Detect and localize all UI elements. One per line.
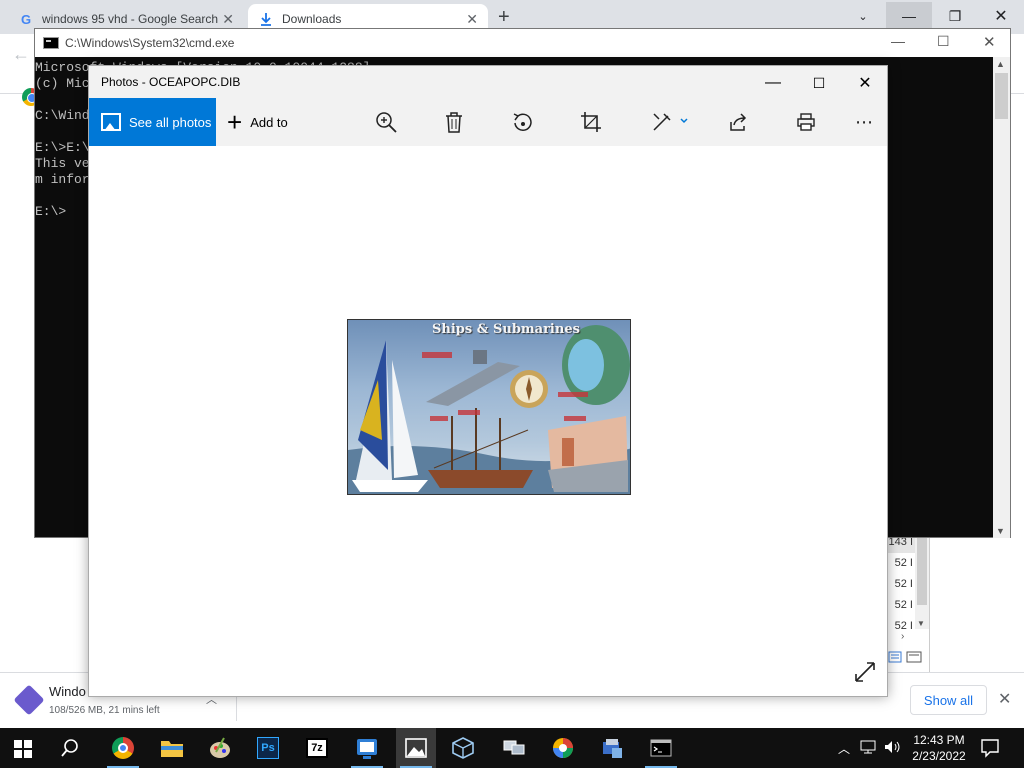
share-icon[interactable] [726, 110, 750, 134]
installer-icon [603, 739, 622, 758]
file-size-item[interactable]: 52 I [887, 553, 917, 574]
7zip-icon: 7z [306, 738, 328, 758]
plus-icon: + [227, 107, 243, 137]
volume-icon[interactable] [884, 740, 902, 757]
download-icon [258, 11, 274, 27]
new-tab-icon[interactable]: + [498, 6, 510, 29]
cmd-icon [43, 37, 59, 49]
photo-caption: Ships & Submarines [432, 322, 580, 337]
see-all-photos-button[interactable]: See all photos [89, 98, 216, 146]
folder-icon [161, 741, 183, 757]
installer-taskbar-icon[interactable] [592, 728, 632, 768]
virtualbox-file-icon [13, 684, 45, 716]
cube-icon [452, 737, 474, 759]
restore-icon[interactable]: ❐ [932, 2, 978, 30]
close-icon[interactable]: ✕ [998, 689, 1011, 709]
file-size-item[interactable]: 52 I [887, 574, 917, 595]
show-all-button[interactable]: Show all [910, 685, 987, 715]
zoom-icon[interactable] [374, 110, 398, 134]
more-options-icon[interactable]: ⋯ [852, 110, 876, 134]
tab-search-icon[interactable]: ⌄ [840, 2, 886, 30]
close-icon[interactable]: ✕ [466, 11, 478, 28]
scroll-up-icon[interactable]: ▲ [996, 59, 1005, 69]
network-icon[interactable] [860, 740, 876, 757]
download-file-name[interactable]: Windo [49, 684, 86, 699]
screen-capture-taskbar-icon[interactable] [347, 728, 387, 768]
edit-create-icon[interactable] [651, 110, 691, 134]
color-wheel-icon [553, 738, 573, 758]
maximize-icon[interactable]: ☐ [796, 72, 842, 94]
minimize-icon[interactable]: — [891, 33, 905, 49]
cmd-taskbar-icon[interactable] [641, 728, 681, 768]
close-icon[interactable]: ✕ [222, 11, 234, 28]
terminal-icon [650, 739, 672, 757]
chrome-taskbar-icon[interactable] [103, 728, 143, 768]
windows-start-icon[interactable] [14, 740, 32, 761]
photoshop-icon: Ps [257, 737, 279, 759]
see-all-photos-label: See all photos [129, 114, 212, 130]
close-icon[interactable]: ✕ [842, 72, 888, 94]
photos-title: Photos - OCEAPOPC.DIB [101, 75, 241, 89]
scroll-down-icon[interactable]: ▼ [996, 526, 1005, 536]
rotate-icon[interactable] [510, 110, 534, 134]
google-icon: G [20, 11, 32, 27]
cmd-titlebar[interactable]: C:\Windows\System32\cmd.exe — ☐ ✕ [35, 29, 1010, 57]
taskbar: Ps 7z ︿ 12:43 PM 2/23/2022 [0, 728, 1024, 768]
close-icon[interactable]: ✕ [978, 2, 1024, 30]
crop-icon[interactable] [579, 110, 603, 134]
search-icon[interactable] [60, 738, 80, 761]
cmd-scrollbar[interactable]: ▲ ▼ [993, 57, 1010, 538]
maximize-icon[interactable]: ☐ [937, 33, 950, 50]
displayed-photo[interactable]: Ships & Submarines [347, 319, 631, 495]
full-screen-icon[interactable] [853, 660, 877, 684]
cmd-title: C:\Windows\System32\cmd.exe [65, 36, 235, 50]
file-size-item[interactable]: 52 I [887, 595, 917, 616]
chevron-up-icon[interactable]: ︿ [838, 740, 850, 757]
clock-date: 2/23/2022 [912, 749, 966, 763]
tab-title: windows 95 vhd - Google Search [42, 12, 219, 26]
download-status: 108/526 MB, 21 mins left [49, 705, 160, 716]
palette-icon [210, 737, 230, 758]
add-to-button[interactable]: + Add to [227, 98, 288, 146]
delete-icon[interactable] [442, 110, 466, 134]
photos-taskbar-icon[interactable] [396, 728, 436, 768]
file-explorer-taskbar-icon[interactable] [152, 728, 192, 768]
add-to-label: Add to [250, 114, 288, 130]
chrome-icon [112, 737, 134, 759]
paint-taskbar-icon[interactable] [200, 728, 240, 768]
computers-icon [503, 740, 525, 755]
7zip-taskbar-icon[interactable]: 7z [297, 728, 337, 768]
network-app-taskbar-icon[interactable] [494, 728, 534, 768]
tab-title: Downloads [282, 12, 342, 26]
photo-illustration [348, 325, 630, 494]
clock-time: 12:43 PM [913, 733, 965, 747]
minimize-icon[interactable]: — [750, 72, 796, 94]
photos-titlebar[interactable]: Photos - OCEAPOPC.DIB — ☐ ✕ [89, 66, 887, 98]
photos-toolbar: See all photos + Add to ⋯ [89, 98, 887, 146]
photoshop-taskbar-icon[interactable]: Ps [248, 728, 288, 768]
print-icon[interactable] [794, 110, 818, 134]
scroll-down-icon[interactable]: ▼ [917, 619, 925, 628]
system-tray: ︿ [838, 728, 902, 768]
photo-icon [405, 738, 427, 758]
photos-window[interactable]: Photos - OCEAPOPC.DIB — ☐ ✕ See all phot… [88, 65, 888, 697]
minimize-icon[interactable]: — [886, 2, 932, 30]
scrollbar-thumb[interactable] [995, 73, 1008, 119]
photo-icon [101, 113, 121, 131]
color-app-taskbar-icon[interactable] [543, 728, 583, 768]
chevron-right-icon[interactable]: › [901, 631, 904, 642]
clock[interactable]: 12:43 PM 2/23/2022 [906, 732, 972, 764]
capture-icon [357, 739, 377, 759]
back-arrow-icon[interactable]: ← [12, 44, 30, 65]
close-icon[interactable]: ✕ [983, 33, 996, 51]
virtualbox-taskbar-icon[interactable] [443, 728, 483, 768]
notification-icon[interactable] [980, 738, 1000, 761]
view-mode-icons[interactable] [887, 649, 927, 668]
